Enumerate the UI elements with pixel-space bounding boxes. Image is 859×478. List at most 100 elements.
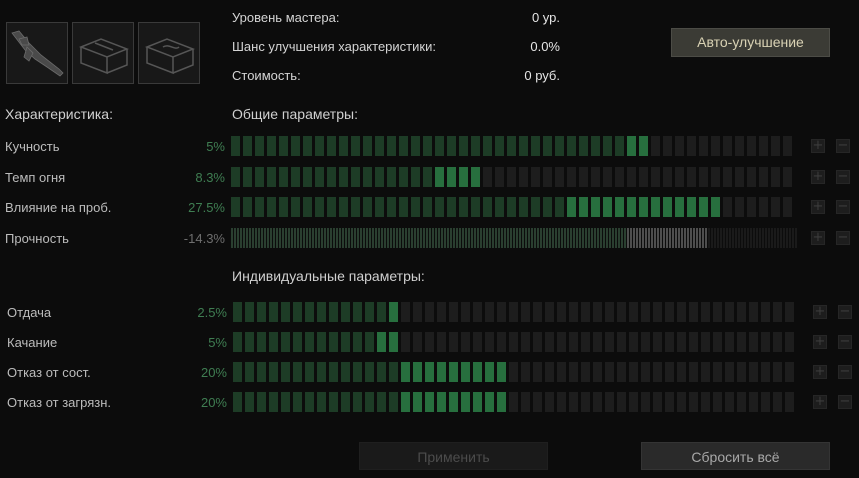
bar-segment — [717, 227, 719, 248]
bar-segment — [537, 227, 539, 248]
bar-segment — [677, 302, 686, 322]
minus-button[interactable]: − — [838, 394, 852, 409]
bar-segment — [677, 332, 686, 352]
bar-segment — [665, 332, 674, 352]
bar-segment — [291, 166, 300, 187]
stat-bar — [231, 136, 800, 156]
bar-segment — [615, 166, 624, 187]
bar-segment — [389, 362, 398, 382]
bar-segment — [627, 166, 636, 187]
bar-segment — [665, 362, 674, 382]
bar-segment — [663, 227, 665, 248]
bar-segment — [653, 302, 662, 322]
bar-segment — [720, 227, 722, 248]
plus-button[interactable]: + — [813, 304, 827, 319]
minus-button[interactable]: − — [836, 199, 850, 214]
minus-button[interactable]: − — [836, 230, 850, 245]
bar-segment — [449, 362, 458, 382]
bar-segment — [495, 197, 504, 217]
bar-segment — [267, 166, 276, 187]
stat-bar — [233, 302, 802, 322]
bar-segment — [269, 392, 278, 412]
minus-button[interactable]: − — [838, 304, 852, 319]
bar-segment — [732, 227, 734, 248]
minus-button[interactable]: − — [836, 138, 850, 153]
bar-segment — [408, 227, 410, 248]
bar-segment — [677, 392, 686, 412]
bar-segment — [533, 332, 542, 352]
bar-segment — [521, 392, 530, 412]
bar-segment — [411, 136, 420, 156]
plus-icon: + — [814, 364, 826, 379]
plus-button[interactable]: + — [811, 199, 825, 214]
bar-segment — [399, 227, 401, 248]
bar-segment — [264, 227, 266, 248]
bar-segment — [269, 302, 278, 322]
bar-segment — [293, 392, 302, 412]
bar-segment — [339, 166, 348, 187]
minus-icon: − — [839, 394, 851, 409]
bar-segment — [363, 197, 372, 217]
plus-button[interactable]: + — [811, 138, 825, 153]
bar-segment — [629, 362, 638, 382]
bar-segment — [237, 227, 239, 248]
reset-all-button[interactable]: Сбросить всё — [641, 442, 830, 470]
bar-segment — [329, 362, 338, 382]
item-slot-toolbox-2[interactable] — [138, 22, 200, 84]
bar-segment — [747, 136, 756, 156]
bar-segment — [447, 166, 456, 187]
bar-segment — [545, 362, 554, 382]
bar-segment — [504, 227, 506, 248]
plus-button[interactable]: + — [811, 230, 825, 245]
plus-button[interactable]: + — [813, 394, 827, 409]
bar-segment — [425, 302, 434, 322]
bar-segment — [461, 332, 470, 352]
bar-segment — [483, 197, 492, 217]
item-slot-toolbox-1[interactable] — [72, 22, 134, 84]
plus-button[interactable]: + — [813, 364, 827, 379]
bar-segment — [773, 362, 782, 382]
bar-segment — [761, 302, 770, 322]
bar-segment — [510, 227, 512, 248]
minus-button[interactable]: − — [836, 168, 850, 184]
bar-segment — [471, 136, 480, 156]
bar-segment — [641, 302, 650, 322]
bar-segment — [713, 302, 722, 322]
auto-upgrade-button[interactable]: Авто-улучшение — [671, 28, 830, 57]
bar-segment — [390, 227, 392, 248]
bar-segment — [387, 197, 396, 217]
bar-segment — [741, 227, 743, 248]
minus-button[interactable]: − — [838, 334, 852, 349]
bar-segment — [281, 392, 290, 412]
bar-segment — [413, 332, 422, 352]
minus-icon: − — [837, 168, 849, 184]
plus-button[interactable]: + — [813, 334, 827, 349]
apply-button[interactable]: Применить — [359, 442, 548, 470]
bar-segment — [462, 227, 464, 248]
bar-segment — [714, 227, 716, 248]
characteristics-heading: Характеристика: — [5, 106, 113, 122]
bar-segment — [453, 227, 455, 248]
bar-segment — [735, 227, 737, 248]
bar-segment — [549, 227, 551, 248]
bar-segment — [725, 302, 734, 322]
bar-segment — [567, 227, 569, 248]
bar-segment — [351, 227, 353, 248]
plus-button[interactable]: + — [811, 169, 825, 184]
item-slot-weapon[interactable] — [6, 22, 68, 84]
bar-segment — [485, 332, 494, 352]
bar-segment — [569, 362, 578, 382]
bar-segment — [519, 227, 521, 248]
bar-segment — [509, 302, 518, 322]
bar-segment — [317, 392, 326, 412]
bar-segment — [270, 227, 272, 248]
bar-segment — [516, 227, 518, 248]
upgrade-chance-label: Шанс улучшения характеристики: — [232, 39, 436, 54]
bar-segment — [765, 227, 767, 248]
bar-segment — [545, 302, 554, 322]
bar-segment — [389, 302, 398, 322]
minus-button[interactable]: − — [838, 364, 852, 379]
bar-segment — [485, 392, 494, 412]
bar-segment — [641, 362, 650, 382]
bar-segment — [699, 197, 708, 217]
